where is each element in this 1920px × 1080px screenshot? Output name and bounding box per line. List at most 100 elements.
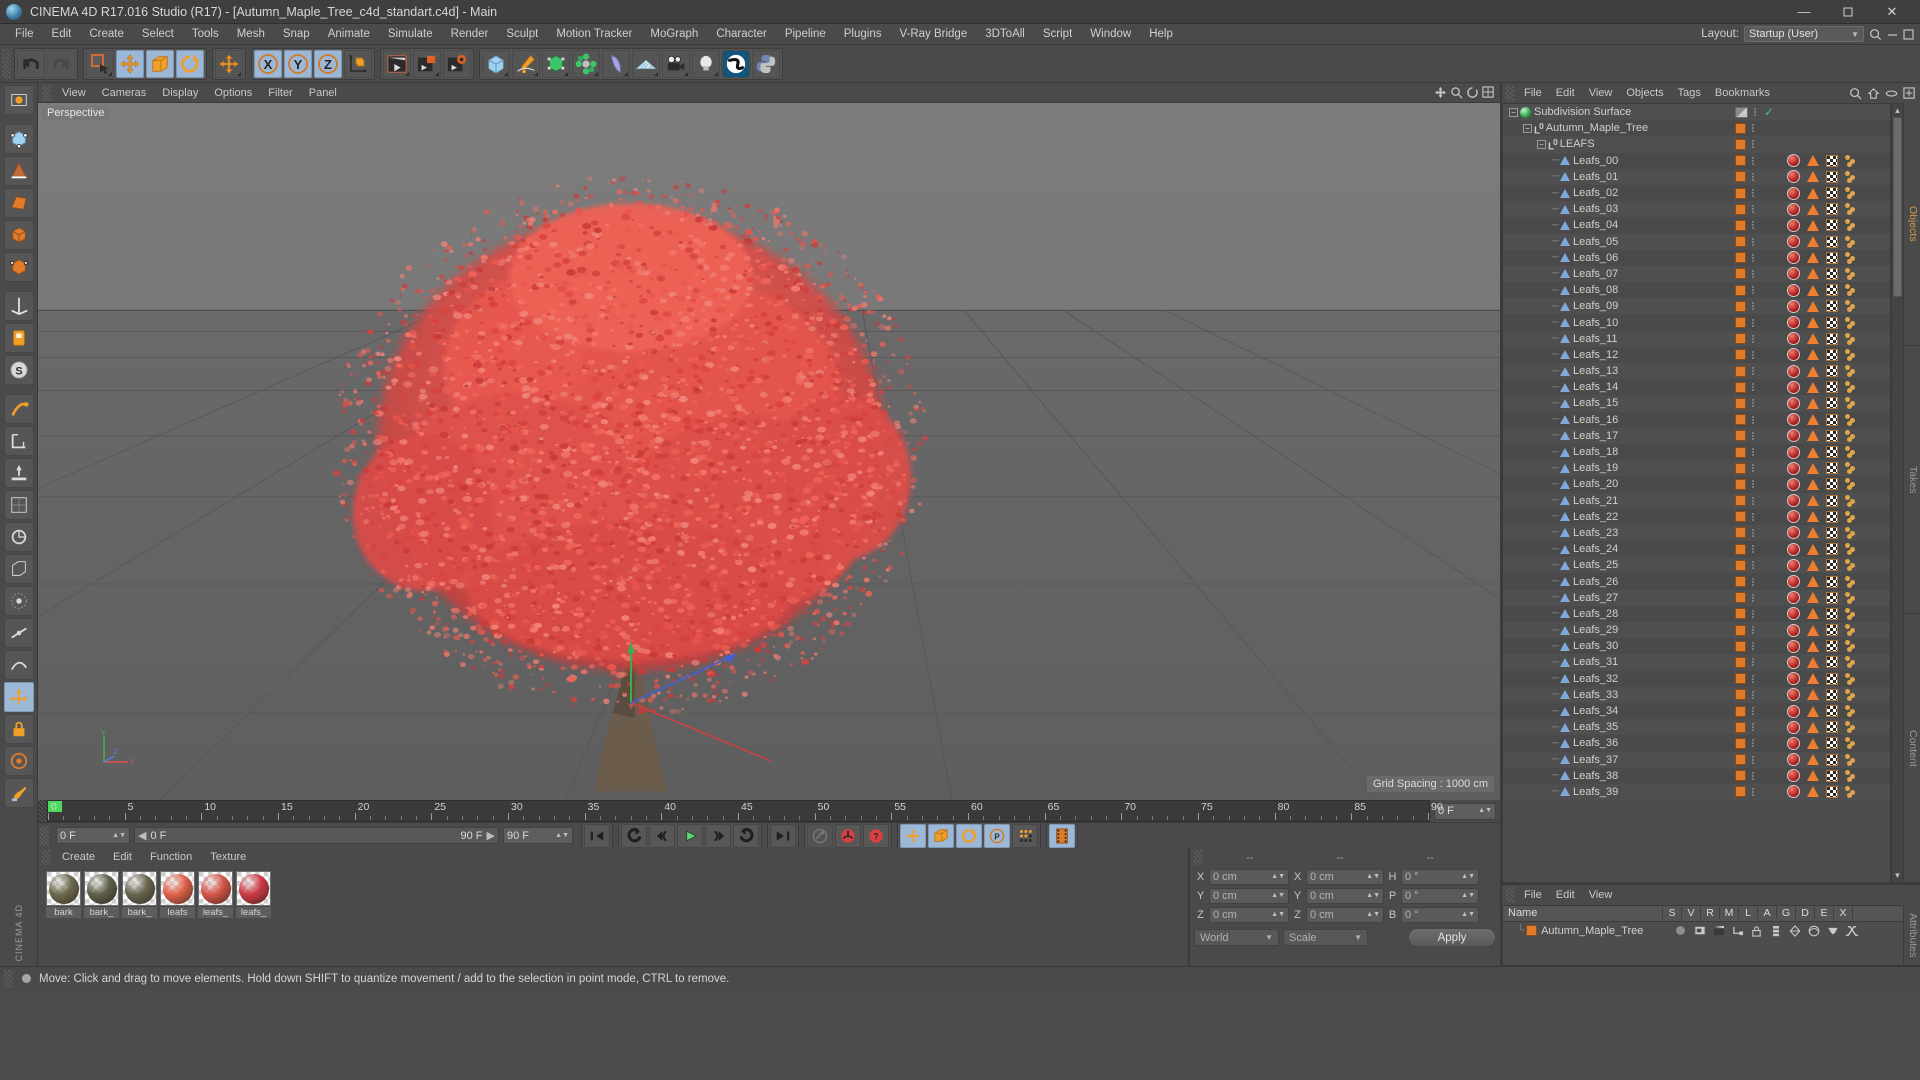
selection-tag-icon[interactable] (1845, 785, 1858, 798)
structure-column-l[interactable]: L (1739, 907, 1758, 920)
size-field[interactable]: 0 cm ▲▼ (1306, 869, 1384, 885)
maximize-button[interactable] (1826, 0, 1870, 24)
material-tag-icon[interactable] (1787, 396, 1800, 410)
scroll-up-arrow-icon[interactable]: ▲ (1894, 104, 1902, 116)
uv-tag-icon[interactable] (1826, 446, 1838, 459)
frame-end-field[interactable]: 90 F ▲▼ (503, 827, 573, 844)
deformer-icon[interactable] (1804, 925, 1823, 937)
menu-motion-tracker[interactable]: Motion Tracker (547, 24, 641, 45)
preview-range-next-icon[interactable]: ▶ (487, 829, 495, 842)
object-color-swatch[interactable] (1735, 365, 1746, 377)
rotation-field[interactable]: 0 ° ▲▼ (1401, 869, 1479, 885)
expand-collapse-toggle[interactable]: − (1523, 123, 1532, 133)
material-item[interactable]: leafs (160, 871, 195, 966)
list-item[interactable]: ─ Leafs_02 (1503, 184, 1890, 202)
material-tag-icon[interactable] (1787, 413, 1800, 427)
position-field[interactable]: 0 cm ▲▼ (1209, 907, 1289, 923)
uv-tag-icon[interactable] (1826, 348, 1838, 361)
material-tag-icon[interactable] (1787, 720, 1800, 734)
object-menu-tags[interactable]: Tags (1671, 83, 1708, 103)
vray-bridge-button[interactable] (722, 49, 750, 78)
phong-tag-icon[interactable] (1807, 414, 1819, 426)
stepper-icon[interactable]: ▲▼ (1461, 873, 1475, 880)
minimize-button[interactable]: — (1782, 0, 1826, 24)
structure-column-s[interactable]: S (1663, 907, 1682, 920)
object-color-swatch[interactable] (1735, 495, 1746, 507)
material-thumbnail[interactable] (236, 871, 271, 906)
material-tag-icon[interactable] (1787, 251, 1800, 265)
phong-tag-icon[interactable] (1807, 478, 1819, 490)
uv-tag-icon[interactable] (1826, 397, 1838, 410)
material-tag-icon[interactable] (1787, 299, 1800, 313)
preview-range-field[interactable]: ◀ 0 F 90 F ▶ (134, 827, 499, 844)
list-item[interactable]: ─ Leafs_39 (1503, 783, 1890, 801)
object-color-swatch[interactable] (1735, 219, 1746, 231)
stepper-icon[interactable]: ▲▼ (1478, 807, 1492, 814)
material-tag-icon[interactable] (1787, 170, 1800, 184)
selection-tag-icon[interactable] (1845, 494, 1858, 507)
world-object-coordinate-button[interactable] (344, 49, 372, 78)
selection-tag-icon[interactable] (1845, 235, 1858, 248)
object-color-swatch[interactable] (1735, 268, 1746, 280)
texture-axis-tool-button[interactable] (3, 85, 34, 115)
go-to-start-button[interactable] (584, 823, 610, 848)
redo-button[interactable] (47, 49, 75, 78)
selected-state-icon[interactable] (1671, 925, 1690, 936)
quantize-button[interactable] (3, 490, 34, 520)
stepper-icon[interactable]: ▲▼ (112, 832, 126, 839)
object-menu-view[interactable]: View (1582, 83, 1620, 103)
scale-snap-button[interactable] (3, 554, 34, 584)
menu-sculpt[interactable]: Sculpt (497, 24, 547, 45)
menu-script[interactable]: Script (1034, 24, 1081, 45)
uv-tag-icon[interactable] (1826, 559, 1838, 572)
selection-tag-icon[interactable] (1845, 316, 1858, 329)
list-item[interactable]: ─ Leafs_06 (1503, 249, 1890, 266)
object-color-swatch[interactable] (1735, 284, 1746, 296)
list-item[interactable]: ─ Leafs_38 (1503, 767, 1890, 784)
pla-key-button[interactable] (1012, 823, 1038, 848)
object-color-swatch[interactable] (1735, 300, 1746, 312)
list-item[interactable]: ─ Leafs_07 (1503, 265, 1890, 283)
material-menu-function[interactable]: Function (141, 848, 201, 867)
object-tree[interactable]: − Subdivision Surface ✓ − L0 Autumn_Maple_T… (1502, 103, 1891, 883)
object-color-swatch[interactable] (1735, 770, 1746, 782)
phong-tag-icon[interactable] (1807, 203, 1819, 215)
object-color-swatch[interactable] (1735, 138, 1746, 150)
selection-tag-icon[interactable] (1845, 413, 1858, 426)
lock-icon[interactable] (1747, 925, 1766, 937)
go-to-end-button[interactable] (770, 823, 796, 848)
uv-tag-icon[interactable] (1826, 187, 1838, 200)
list-item[interactable]: ─ Leafs_37 (1503, 751, 1890, 768)
material-item[interactable]: bark_ (84, 871, 119, 966)
selection-tag-icon[interactable] (1845, 284, 1858, 297)
material-tag-icon[interactable] (1787, 332, 1800, 346)
uv-tag-icon[interactable] (1826, 219, 1838, 232)
list-item[interactable]: − L0 Autumn_Maple_Tree (1503, 120, 1890, 137)
structure-column-m[interactable]: M (1720, 907, 1739, 920)
object-color-swatch[interactable] (1735, 203, 1746, 215)
uv-tag-icon[interactable] (1826, 300, 1838, 313)
phong-tag-icon[interactable] (1807, 187, 1819, 199)
position-field[interactable]: 0 cm ▲▼ (1209, 869, 1289, 885)
phong-tag-icon[interactable] (1807, 770, 1819, 782)
material-tag-icon[interactable] (1787, 235, 1800, 249)
x-axis-lock-button[interactable]: X (254, 49, 282, 78)
material-tag-icon[interactable] (1787, 364, 1800, 378)
menu-plugins[interactable]: Plugins (835, 24, 891, 45)
object-color-swatch[interactable] (1735, 640, 1746, 652)
selection-tag-icon[interactable] (1845, 624, 1858, 637)
tab-content[interactable]: Content (1904, 614, 1920, 883)
uv-tag-icon[interactable] (1826, 267, 1838, 280)
structure-column-r[interactable]: R (1701, 907, 1720, 920)
object-color-swatch[interactable] (1735, 624, 1746, 636)
floor-environment-button[interactable] (632, 49, 660, 78)
material-tag-icon[interactable] (1787, 591, 1800, 605)
viewport-menu-panel[interactable]: Panel (301, 83, 345, 103)
y-axis-lock-button[interactable]: Y (284, 49, 312, 78)
rotate-snap-button[interactable] (3, 522, 34, 552)
planar-workplane-button[interactable] (3, 746, 34, 776)
toolbar-grip[interactable] (2, 48, 11, 79)
move-camera-icon[interactable] (1434, 86, 1447, 99)
light-button[interactable] (692, 49, 720, 78)
phong-tag-icon[interactable] (1807, 511, 1819, 523)
